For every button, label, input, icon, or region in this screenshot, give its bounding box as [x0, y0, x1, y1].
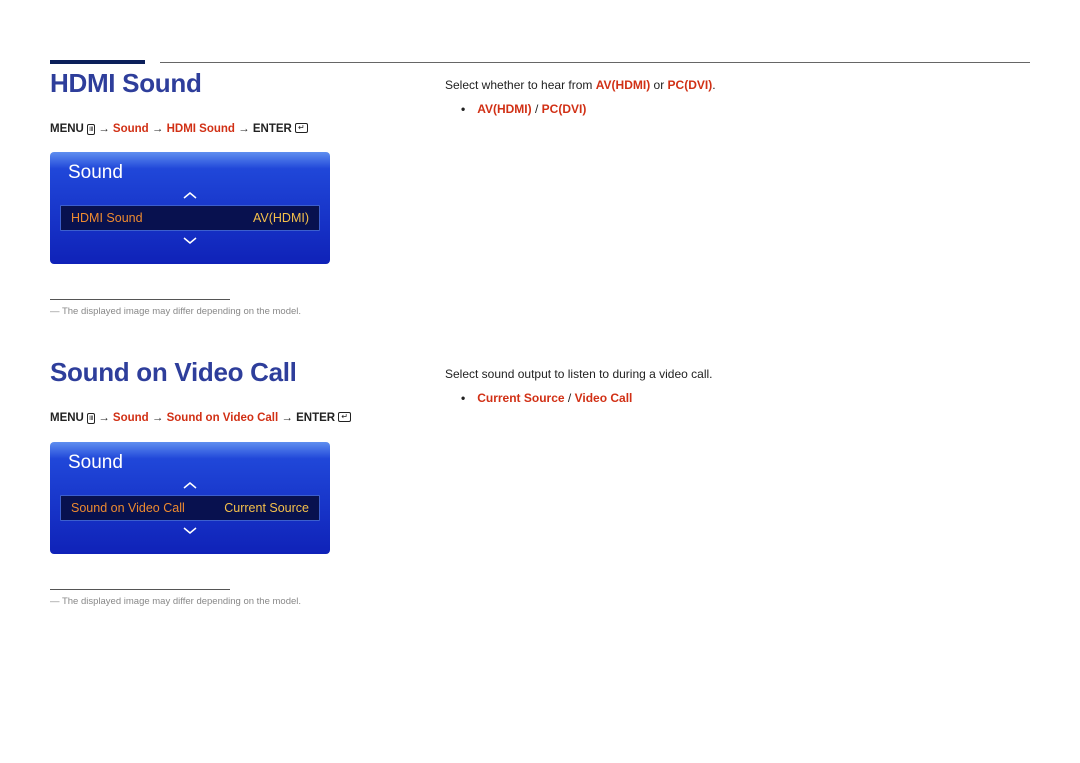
enter-icon: [338, 412, 351, 422]
breadcrumb-enter-label: ENTER: [296, 412, 335, 424]
desc-hdmi-sound: Select whether to hear from AV(HDMI) or …: [445, 76, 1030, 94]
osd-title: Sound: [50, 442, 330, 478]
arrow-icon: →: [98, 412, 110, 424]
options-video-call: • Current Source / Video Call: [445, 391, 1030, 405]
arrow-icon: →: [281, 412, 293, 424]
option-video-call: Video Call: [575, 391, 633, 405]
desc-pre: Select whether to hear from: [445, 78, 596, 92]
arrow-icon: →: [98, 123, 110, 135]
osd-title: Sound: [50, 152, 330, 188]
dash-icon: ―: [50, 306, 60, 317]
desc-mid: or: [650, 78, 667, 92]
breadcrumb-hdmi-sound: MENU III → Sound → HDMI Sound → ENTER: [50, 121, 445, 138]
option-pcdvi: PC(DVI): [542, 102, 587, 116]
desc-pcdvi: PC(DVI): [668, 78, 713, 92]
osd-panel-video-call: Sound Sound on Video Call Current Source: [50, 442, 330, 554]
section-title-sound-on-video-call: Sound on Video Call: [50, 357, 445, 388]
sound-on-video-call-section: Sound on Video Call MENU III → Sound → S…: [50, 357, 1030, 606]
enter-icon: [295, 123, 308, 133]
chevron-down-icon[interactable]: [50, 523, 330, 538]
footnote-video-call: ― The displayed image may differ dependi…: [50, 596, 445, 607]
osd-row-label: HDMI Sound: [71, 211, 143, 225]
breadcrumb-menu-label: MENU: [50, 123, 84, 135]
osd-row-hdmi-sound[interactable]: HDMI Sound AV(HDMI): [60, 205, 320, 231]
footnote-text: The displayed image may differ depending…: [62, 306, 301, 317]
footnote-hdmi-sound: ― The displayed image may differ dependi…: [50, 306, 445, 317]
breadcrumb-sound: Sound: [113, 412, 149, 424]
footnote-rule: [50, 589, 230, 590]
chevron-up-icon[interactable]: [50, 188, 330, 203]
bullet-icon: •: [461, 391, 465, 405]
chevron-up-icon[interactable]: [50, 478, 330, 493]
desc-post: .: [712, 78, 715, 92]
option-slash: /: [565, 391, 575, 405]
arrow-icon: →: [152, 412, 164, 424]
breadcrumb-video-call-item: Sound on Video Call: [167, 412, 279, 424]
header-rule: [50, 60, 1030, 70]
breadcrumb-hdmi-sound-item: HDMI Sound: [167, 123, 235, 135]
osd-row-value: AV(HDMI): [253, 211, 309, 225]
footnote-text: The displayed image may differ depending…: [62, 596, 301, 607]
dash-icon: ―: [50, 596, 60, 607]
osd-row-label: Sound on Video Call: [71, 501, 185, 515]
bullet-icon: •: [461, 102, 465, 116]
header-rule-accent: [50, 60, 145, 64]
breadcrumb-sound: Sound: [113, 123, 149, 135]
option-avhdmi: AV(HDMI): [477, 102, 531, 116]
osd-panel-hdmi-sound: Sound HDMI Sound AV(HDMI): [50, 152, 330, 264]
osd-row-video-call[interactable]: Sound on Video Call Current Source: [60, 495, 320, 521]
breadcrumb-enter-label: ENTER: [253, 123, 292, 135]
option-slash: /: [532, 102, 542, 116]
option-current-source: Current Source: [477, 391, 564, 405]
breadcrumb-menu-label: MENU: [50, 412, 84, 424]
hdmi-sound-section: HDMI Sound MENU III → Sound → HDMI Sound…: [50, 68, 1030, 317]
menu-icon: III: [87, 413, 95, 424]
arrow-icon: →: [152, 123, 164, 135]
breadcrumb-sound-on-video-call: MENU III → Sound → Sound on Video Call →…: [50, 410, 445, 427]
desc-avhdmi: AV(HDMI): [596, 78, 650, 92]
menu-icon: III: [87, 124, 95, 135]
arrow-icon: →: [238, 123, 250, 135]
section-title-hdmi-sound: HDMI Sound: [50, 68, 445, 99]
osd-row-value: Current Source: [224, 501, 309, 515]
header-rule-line: [160, 62, 1030, 63]
options-hdmi-sound: • AV(HDMI) / PC(DVI): [445, 102, 1030, 116]
desc-video-call: Select sound output to listen to during …: [445, 365, 1030, 383]
chevron-down-icon[interactable]: [50, 233, 330, 248]
footnote-rule: [50, 299, 230, 300]
